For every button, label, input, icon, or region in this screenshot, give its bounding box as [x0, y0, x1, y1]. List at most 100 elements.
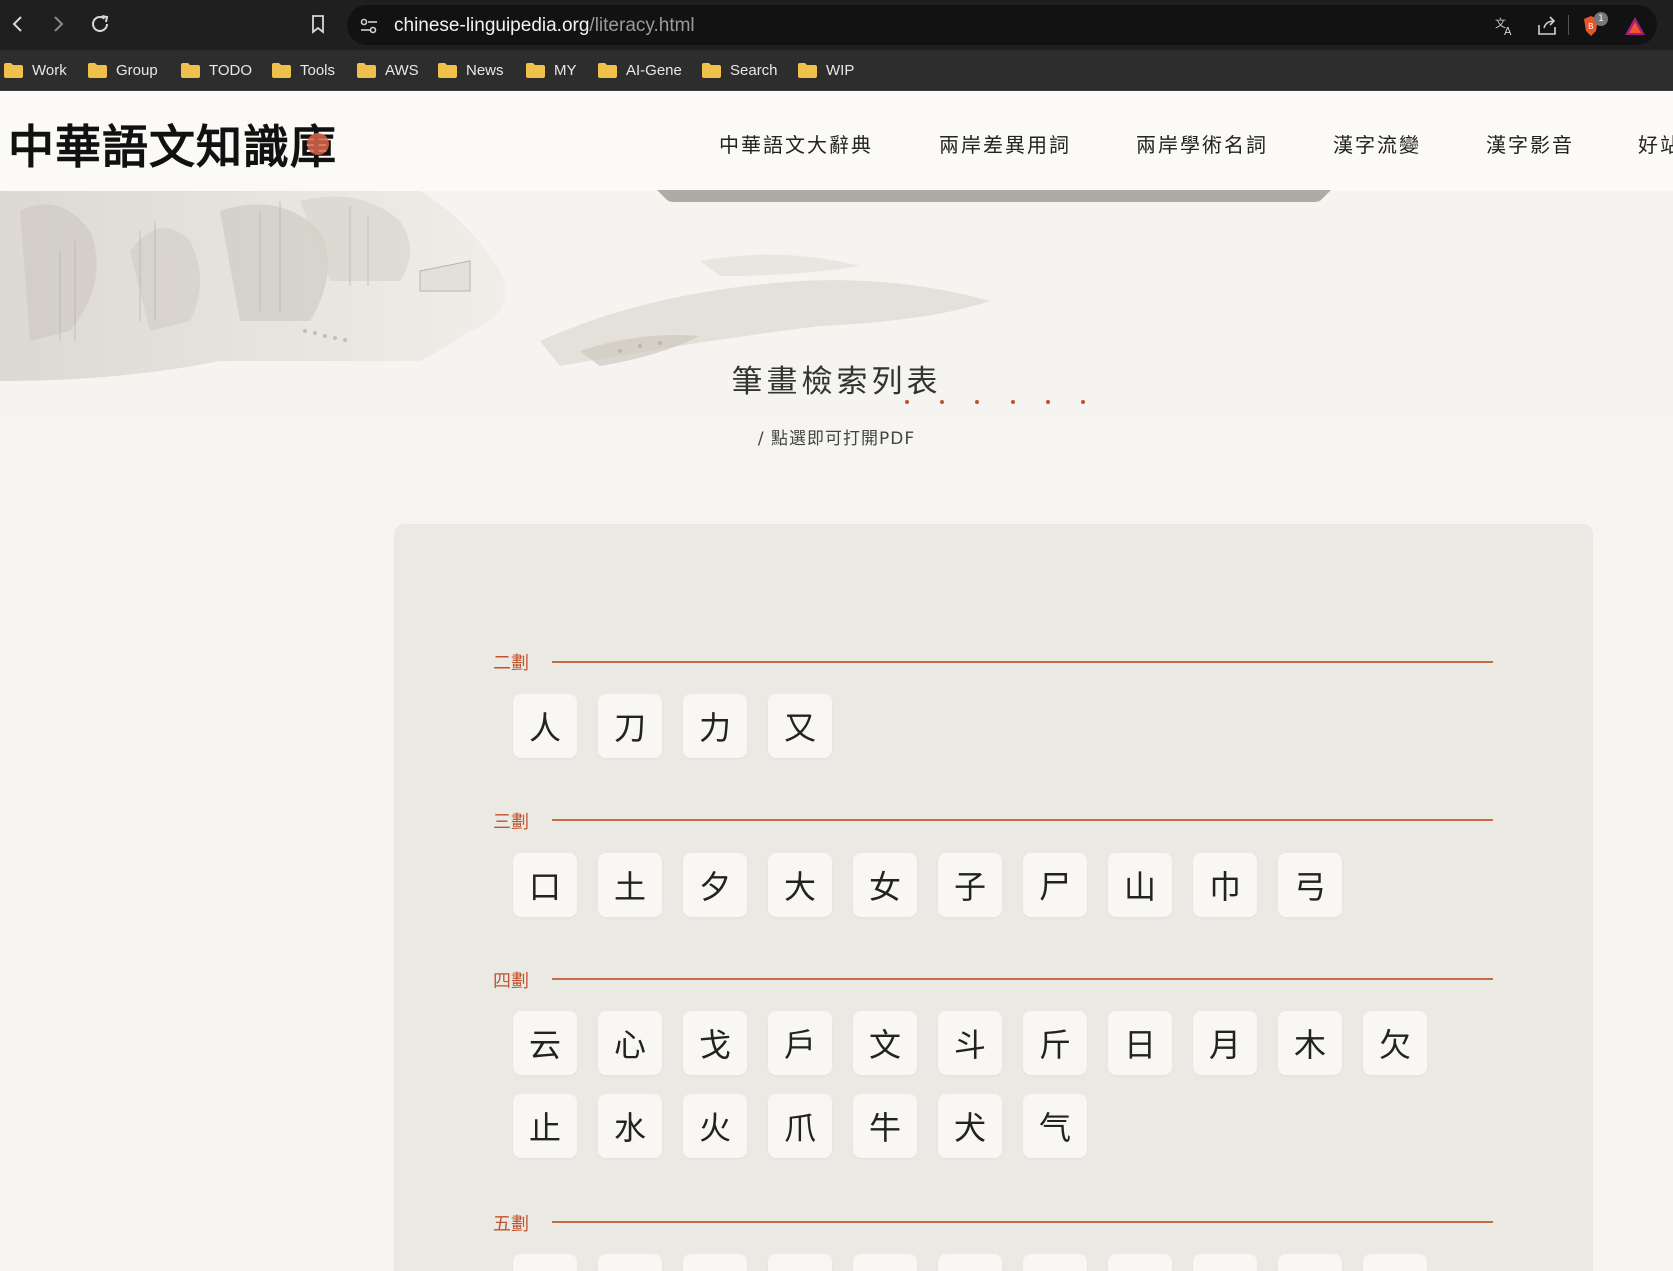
char-button[interactable]: 刀 [598, 694, 662, 758]
site-settings-icon[interactable] [357, 14, 381, 38]
char-button[interactable]: 弓 [1278, 853, 1342, 917]
char-button-partial[interactable] [683, 1254, 747, 1271]
char-button[interactable]: 文 [853, 1011, 917, 1075]
char-button[interactable]: 斗 [938, 1011, 1002, 1075]
char-button-partial[interactable] [1023, 1254, 1087, 1271]
char-button[interactable]: 日 [1108, 1011, 1172, 1075]
reload-icon[interactable] [84, 8, 116, 40]
char-button-partial[interactable] [853, 1254, 917, 1271]
char-button[interactable]: 又 [768, 694, 832, 758]
nav-dropdown-bar [657, 190, 1331, 202]
char-button[interactable]: 山 [1108, 853, 1172, 917]
char-button-partial[interactable] [768, 1254, 832, 1271]
char-button[interactable]: 口 [513, 853, 577, 917]
bookmark-label: Work [32, 61, 67, 79]
bookmark-folder-news[interactable]: News [438, 58, 504, 82]
char-button[interactable]: 犬 [938, 1094, 1002, 1158]
char-button-partial[interactable] [598, 1254, 662, 1271]
svg-text:B: B [1588, 22, 1594, 31]
bookmark-label: AWS [385, 61, 419, 79]
char-button-partial[interactable] [513, 1254, 577, 1271]
char-button[interactable]: 戈 [683, 1011, 747, 1075]
folder-icon [357, 62, 376, 78]
section-label-4-strokes: 四劃 [493, 971, 529, 992]
forward-icon[interactable] [42, 8, 74, 40]
char-button-partial[interactable] [1108, 1254, 1172, 1271]
section-label-2-strokes: 二劃 [493, 653, 529, 674]
char-button[interactable]: 戶 [768, 1011, 832, 1075]
char-button-partial[interactable] [1363, 1254, 1427, 1271]
char-button[interactable]: 力 [683, 694, 747, 758]
char-button[interactable]: 夕 [683, 853, 747, 917]
browser-toolbar: chinese-linguipedia.org/literacy.html 文A… [0, 0, 1673, 50]
folder-icon [438, 62, 457, 78]
char-button[interactable]: 欠 [1363, 1011, 1427, 1075]
bookmark-folder-todo[interactable]: TODO [181, 58, 252, 82]
char-button[interactable]: 斤 [1023, 1011, 1087, 1075]
bookmark-folder-my[interactable]: MY [526, 58, 577, 82]
char-button[interactable]: 人 [513, 694, 577, 758]
nav-item-cross-strait-terms[interactable]: 兩岸差異用詞 [939, 129, 1071, 158]
char-button[interactable]: 巾 [1193, 853, 1257, 917]
nav-item-academic-terms[interactable]: 兩岸學術名詞 [1136, 129, 1268, 158]
bookmarks-bar: Work Group TODO Tools AWS News MY AI-Gen… [0, 50, 1673, 91]
bookmark-icon[interactable] [302, 8, 334, 40]
char-button[interactable]: 火 [683, 1094, 747, 1158]
page-title: 筆畫檢索列表 [731, 364, 942, 400]
bookmark-folder-ai-gene[interactable]: AI-Gene [598, 58, 682, 82]
bookmark-folder-group[interactable]: Group [88, 58, 158, 82]
url-domain: chinese-linguipedia.org [394, 15, 590, 36]
char-button-partial[interactable] [938, 1254, 1002, 1271]
char-button[interactable]: 云 [513, 1011, 577, 1075]
site-logo[interactable]: 中華語文知識庫 [8, 111, 337, 177]
folder-icon [702, 62, 721, 78]
brave-rewards-icon[interactable] [1623, 14, 1647, 38]
url-divider [1568, 15, 1569, 35]
nav-item-good-sites[interactable]: 好站 [1638, 129, 1673, 158]
folder-icon [4, 62, 23, 78]
share-icon[interactable] [1535, 14, 1559, 38]
char-button[interactable]: 大 [768, 853, 832, 917]
bookmark-label: AI-Gene [626, 61, 682, 79]
nav-item-character-media[interactable]: 漢字影音 [1486, 129, 1574, 158]
bookmark-folder-search[interactable]: Search [702, 58, 778, 82]
folder-icon [88, 62, 107, 78]
translate-icon[interactable]: 文A [1493, 14, 1517, 38]
brave-shield-icon[interactable]: B 1 [1579, 12, 1608, 38]
address-bar[interactable]: chinese-linguipedia.org/literacy.html 文A… [347, 5, 1657, 45]
char-button[interactable]: 牛 [853, 1094, 917, 1158]
folder-icon [798, 62, 817, 78]
char-button[interactable]: 爪 [768, 1094, 832, 1158]
site-header: 中華語文知識庫 中華語文大辭典 兩岸差異用詞 兩岸學術名詞 漢字流變 漢字影音 … [0, 91, 1673, 191]
char-button[interactable]: 土 [598, 853, 662, 917]
char-button-partial[interactable] [1278, 1254, 1342, 1271]
back-icon[interactable] [2, 8, 34, 40]
char-button[interactable]: 木 [1278, 1011, 1342, 1075]
char-button[interactable]: 水 [598, 1094, 662, 1158]
char-button[interactable]: 气 [1023, 1094, 1087, 1158]
section-label-3-strokes: 三劃 [493, 812, 529, 833]
bookmark-label: Group [116, 61, 158, 79]
char-button[interactable]: 女 [853, 853, 917, 917]
bookmark-folder-wip[interactable]: WIP [798, 58, 854, 82]
folder-icon [272, 62, 291, 78]
url-text[interactable]: chinese-linguipedia.org/literacy.html [394, 15, 695, 37]
char-button[interactable]: 子 [938, 853, 1002, 917]
folder-icon [181, 62, 200, 78]
nav-item-dictionary[interactable]: 中華語文大辭典 [719, 129, 873, 158]
seal-icon [307, 133, 329, 155]
bookmark-folder-work[interactable]: Work [4, 58, 67, 82]
char-button[interactable]: 止 [513, 1094, 577, 1158]
char-button[interactable]: 尸 [1023, 853, 1087, 917]
section-divider [552, 661, 1493, 663]
nav-item-character-evolution[interactable]: 漢字流變 [1333, 129, 1421, 158]
char-button[interactable]: 月 [1193, 1011, 1257, 1075]
section-divider [552, 819, 1493, 821]
bookmark-label: TODO [209, 61, 253, 79]
page-subtitle: / 點選即可打開PDF [757, 429, 916, 449]
section-divider [552, 978, 1493, 980]
bookmark-folder-tools[interactable]: Tools [272, 58, 335, 82]
bookmark-folder-aws[interactable]: AWS [357, 58, 419, 82]
char-button-partial[interactable] [1193, 1254, 1257, 1271]
char-button[interactable]: 心 [598, 1011, 662, 1075]
